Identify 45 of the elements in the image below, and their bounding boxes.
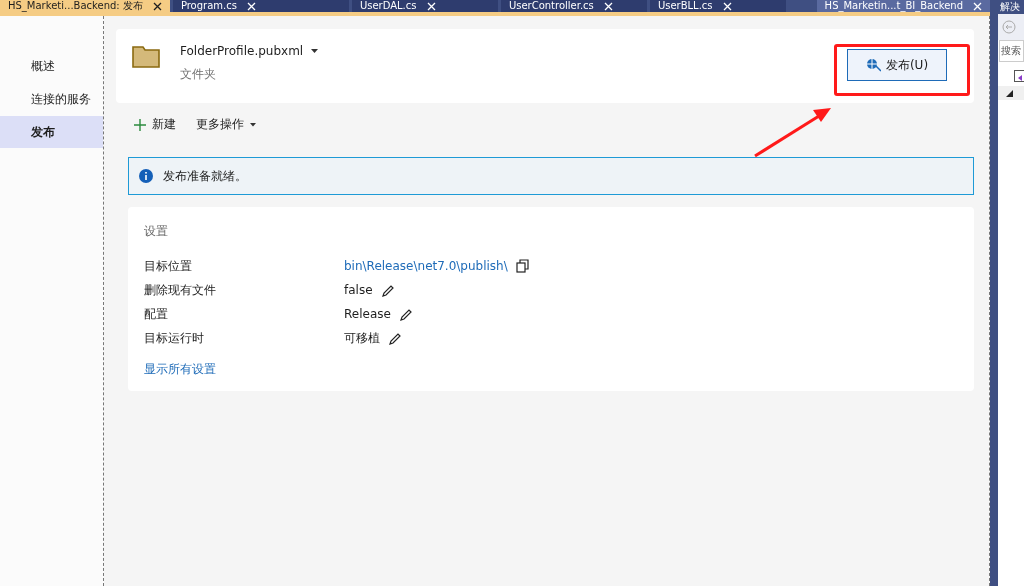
setting-label: 目标运行时 [144,329,205,347]
setting-value: 可移植 [344,329,380,347]
document-tab[interactable]: HS_Marketi...Backend: 发布 [0,0,170,12]
info-icon [139,169,153,183]
setting-link[interactable]: bin\Release\net7.0\publish\ [344,259,508,273]
caret-icon [250,122,256,127]
document-tab[interactable]: HS_Marketin...t_BI_Backend [816,0,990,12]
document-tab[interactable]: UserBLL.cs [649,0,786,12]
new-button[interactable]: 新建 [134,116,176,133]
nav-item[interactable]: 发布 [0,116,103,148]
show-all-settings-link[interactable]: 显示所有设置 [144,361,216,378]
setting-label: 目标位置 [144,257,193,275]
back-icon [1002,20,1016,34]
pencil-icon [398,307,412,321]
more-actions-menu[interactable]: 更多操作 [196,116,256,133]
expand-icon [1006,89,1013,97]
info-message: 发布准备就绪。 [163,167,247,185]
setting-value: Release [344,307,391,321]
close-icon [973,1,982,11]
setting-label: 配置 [144,305,169,323]
publish-button[interactable]: 发布(U) [847,49,947,81]
plus-icon [134,118,146,131]
setting-value: false [344,283,373,297]
close-icon [426,1,436,11]
profile-name[interactable]: FolderProfile.pubxml [180,44,304,58]
globe-icon [865,58,881,72]
document-tab[interactable]: UserController.cs [500,0,647,12]
document-tab[interactable]: UserDAL.cs [351,0,498,12]
document-tab[interactable]: Program.cs [172,0,349,12]
nav-item[interactable]: 概述 [0,50,103,82]
setting-label: 删除现有文件 [144,281,217,299]
profile-type: 文件夹 [180,66,217,83]
section-title: 设置 [144,223,169,240]
copy-icon [515,259,529,273]
panel-title: 解决 [998,0,1024,14]
close-icon [722,1,732,11]
close-icon [603,1,613,11]
close-icon [152,1,162,11]
pencil-icon [388,331,401,345]
caret-icon [311,49,319,53]
pencil-icon [380,283,394,297]
nav-item[interactable]: 连接的服务 [0,83,103,115]
folder-icon [132,44,160,68]
search-field[interactable]: 搜索 [999,40,1024,62]
close-icon [246,1,256,11]
